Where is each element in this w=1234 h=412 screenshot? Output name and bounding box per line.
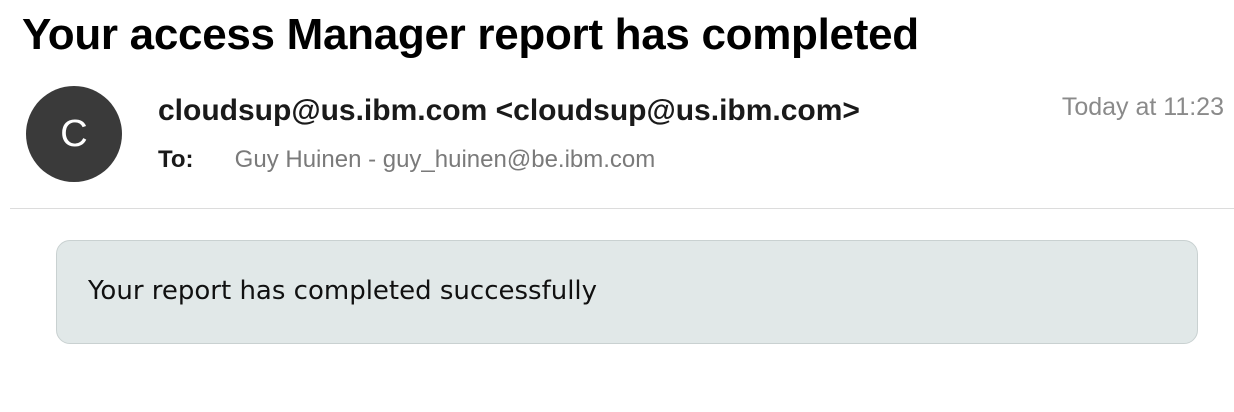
message-body-box: Your report has completed successfully (56, 240, 1198, 344)
recipient-address[interactable]: Guy Huinen - guy_huinen@be.ibm.com (235, 146, 656, 173)
email-subject: Your access Manager report has completed (22, 10, 919, 59)
sender-avatar[interactable]: C (26, 86, 122, 182)
sender-address[interactable]: cloudsup@us.ibm.com <cloudsup@us.ibm.com… (158, 94, 860, 128)
email-view: Your access Manager report has completed… (0, 0, 1234, 412)
email-timestamp: Today at 11:23 (1061, 93, 1224, 121)
avatar-initial: C (60, 112, 88, 155)
header-divider (10, 208, 1234, 209)
message-body-text: Your report has completed successfully (88, 276, 598, 306)
to-label: To: (158, 146, 194, 173)
recipient-row: To: Guy Huinen - guy_huinen@be.ibm.com (158, 146, 655, 174)
